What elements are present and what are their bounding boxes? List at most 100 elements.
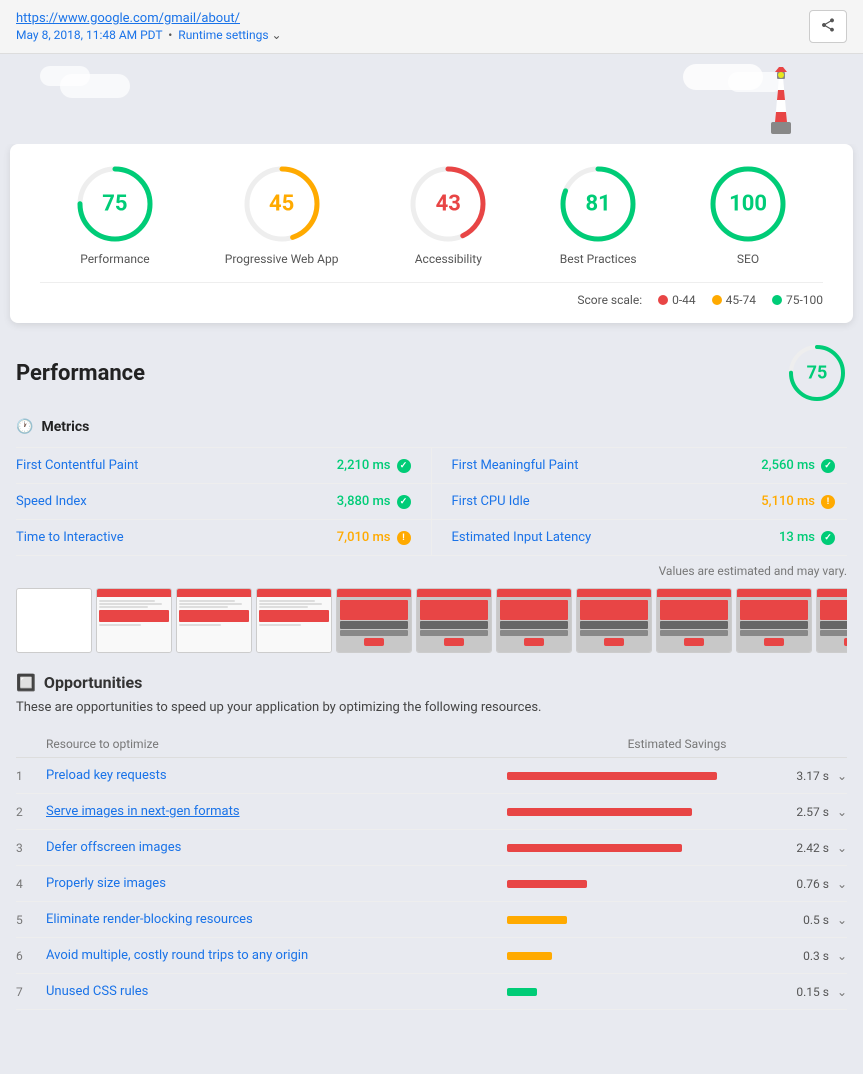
header-left: https://www.google.com/gmail/about/ May … <box>16 10 282 42</box>
savings-bar <box>507 772 717 780</box>
score-num-pwa: 45 <box>269 192 294 217</box>
filmstrip-frame <box>176 588 252 653</box>
site-url[interactable]: https://www.google.com/gmail/about/ <box>16 11 240 26</box>
metrics-heading: 🕐 Metrics <box>16 419 847 435</box>
chevron-down-icon[interactable]: ⌄ <box>837 985 847 999</box>
metric-value-text: 7,010 ms <box>337 530 391 545</box>
opportunity-number: 7 <box>16 985 46 999</box>
runtime-settings-link[interactable]: Runtime settings <box>178 28 268 42</box>
metric-row: Speed Index3,880 ms✓ <box>16 484 432 520</box>
score-num-accessibility: 43 <box>436 192 461 217</box>
score-card: 75 Performance 45 Progressive Web App 43Ac… <box>10 144 853 323</box>
opportunity-savings: 0.15 s⌄ <box>507 985 847 999</box>
status-orange-dot: ! <box>397 531 411 545</box>
opportunity-savings: 0.5 s ⌄ <box>507 913 847 927</box>
savings-bar-container <box>507 808 781 816</box>
metric-value: 7,010 ms! <box>337 530 411 545</box>
opportunity-row: 4Properly size images0.76 s⌄ <box>16 866 847 902</box>
score-circle-seo: 100 <box>708 164 788 244</box>
chevron-down-icon[interactable]: ⌄ <box>837 877 847 891</box>
lighthouse-icon <box>753 62 808 141</box>
metric-row: First Meaningful Paint2,560 ms✓ <box>432 448 848 484</box>
score-item-seo: 100SEO <box>708 164 788 266</box>
chevron-down-icon[interactable]: ⌄ <box>837 913 847 927</box>
savings-bar <box>507 880 587 888</box>
status-green-dot: ✓ <box>821 531 835 545</box>
score-item-best-practices: 81 Best Practices <box>558 164 638 266</box>
savings-bar <box>507 952 552 960</box>
metric-row: Time to Interactive7,010 ms! <box>16 520 432 556</box>
savings-value: 0.76 s <box>789 877 829 891</box>
score-circle-performance: 75 <box>75 164 155 244</box>
score-scale-label: Score scale: <box>577 293 642 307</box>
metrics-label-text: Metrics <box>41 419 89 435</box>
performance-score-num: 75 <box>807 363 828 384</box>
opportunity-row: 3Defer offscreen images2.42 s⌄ <box>16 830 847 866</box>
opportunity-name: Properly size images <box>46 876 507 891</box>
filmstrip-frame <box>576 588 652 653</box>
filmstrip <box>16 588 847 653</box>
scale-red: 0-44 <box>658 293 696 307</box>
performance-score-circle: 75 <box>787 343 847 403</box>
savings-bar-container <box>507 880 781 888</box>
filmstrip-frame <box>736 588 812 653</box>
savings-bar <box>507 844 682 852</box>
metric-value: 3,880 ms✓ <box>337 494 411 509</box>
filmstrip-frame <box>96 588 172 653</box>
clock-icon: 🕐 <box>16 419 33 435</box>
opportunities-title: 🔲 Opportunities <box>16 673 847 692</box>
score-label-best-practices: Best Practices <box>560 252 637 266</box>
savings-bar <box>507 808 692 816</box>
header-meta: May 8, 2018, 11:48 AM PDT • Runtime sett… <box>16 28 282 42</box>
status-green-dot: ✓ <box>397 459 411 473</box>
metric-value-text: 13 ms <box>779 530 815 545</box>
chevron-down-icon[interactable]: ⌄ <box>837 769 847 783</box>
chevron-down-icon[interactable]: ⌄ <box>837 949 847 963</box>
opportunities-section: 🔲 Opportunities These are opportunities … <box>16 673 847 1010</box>
scale-orange-dot <box>712 295 722 305</box>
opportunity-number: 2 <box>16 805 46 819</box>
filmstrip-frame <box>16 588 92 653</box>
savings-value: 0.5 s <box>789 913 829 927</box>
score-item-accessibility: 43Accessibility <box>408 164 488 266</box>
metric-name: First CPU Idle <box>452 494 530 509</box>
chevron-down-icon[interactable]: ⌄ <box>837 805 847 819</box>
opportunity-number: 5 <box>16 913 46 927</box>
performance-section-title: Performance 75 <box>16 343 847 403</box>
savings-bar <box>507 988 537 996</box>
opportunity-savings: 2.42 s⌄ <box>507 841 847 855</box>
savings-value: 0.3 s <box>789 949 829 963</box>
chevron-down-icon[interactable]: ⌄ <box>837 841 847 855</box>
opportunities-table-header: Resource to optimize Estimated Savings <box>16 731 847 758</box>
savings-bar-container <box>507 988 781 996</box>
metric-value: 5,110 ms! <box>761 494 835 509</box>
score-label-pwa: Progressive Web App <box>225 252 339 266</box>
opportunity-number: 6 <box>16 949 46 963</box>
opportunity-name: Preload key requests <box>46 768 507 783</box>
opportunity-row: 6Avoid multiple, costly round trips to a… <box>16 938 847 974</box>
score-circles: 75 Performance 45 Progressive Web App 43Ac… <box>40 164 823 266</box>
filmstrip-frame <box>656 588 732 653</box>
scale-orange: 45-74 <box>712 293 756 307</box>
opportunity-row: 2Serve images in next-gen formats2.57 s⌄ <box>16 794 847 830</box>
estimates-note: Values are estimated and may vary. <box>16 564 847 578</box>
opportunity-name: Avoid multiple, costly round trips to an… <box>46 948 507 963</box>
score-num-best-practices: 81 <box>586 192 611 217</box>
opportunity-savings: 0.76 s ⌄ <box>507 877 847 891</box>
opportunity-row: 5Eliminate render-blocking resources0.5 … <box>16 902 847 938</box>
savings-bar-container <box>507 772 781 780</box>
opportunities-title-text: Opportunities <box>44 673 142 692</box>
metric-row: First Contentful Paint2,210 ms✓ <box>16 448 432 484</box>
col-savings-header: Estimated Savings <box>507 737 847 751</box>
share-button[interactable] <box>809 10 847 43</box>
score-circle-best-practices: 81 <box>558 164 638 244</box>
metric-row: Estimated Input Latency13 ms✓ <box>432 520 848 556</box>
opportunity-name[interactable]: Serve images in next-gen formats <box>46 804 507 819</box>
status-green-dot: ✓ <box>397 495 411 509</box>
scale-green: 75-100 <box>772 293 823 307</box>
main-content: Performance 75 🕐 Metrics First Contentfu… <box>0 323 863 1030</box>
metric-value: 2,210 ms✓ <box>337 458 411 473</box>
savings-bar-container <box>507 916 781 924</box>
score-label-performance: Performance <box>80 252 149 266</box>
metric-value: 2,560 ms✓ <box>761 458 835 473</box>
